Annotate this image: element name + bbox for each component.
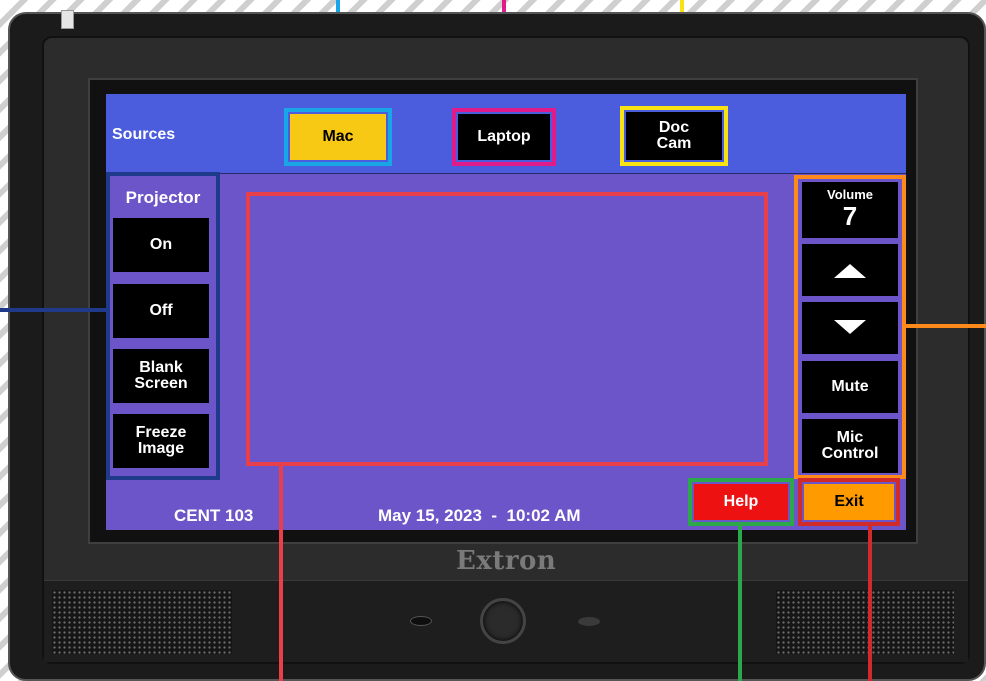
help-button[interactable]: Help xyxy=(694,484,788,520)
callout-volume xyxy=(904,324,986,328)
volume-down-button[interactable] xyxy=(802,302,898,354)
volume-up-button[interactable] xyxy=(802,244,898,296)
sources-label: Sources xyxy=(112,126,176,143)
blank-screen-button[interactable]: Blank Screen xyxy=(113,349,209,403)
freeze-image-button[interactable]: Freeze Image xyxy=(113,414,209,468)
date-time: May 15, 2023 - 10:02 AM xyxy=(378,506,581,525)
corner-notch xyxy=(61,10,74,29)
camera-lens xyxy=(480,598,526,644)
projector-on-button[interactable]: On xyxy=(113,218,209,272)
callout-preview xyxy=(279,464,283,681)
callout-exit xyxy=(868,524,872,681)
mic-control-button[interactable]: Mic Control xyxy=(802,419,898,473)
room-label: CENT 103 xyxy=(174,506,254,525)
projector-off-button[interactable]: Off xyxy=(113,284,209,338)
volume-value: 7 xyxy=(842,201,858,231)
chevron-down-icon xyxy=(834,320,866,334)
chevron-up-icon xyxy=(834,264,866,278)
right-sensor xyxy=(578,617,600,626)
source-doccam-button[interactable]: Doc Cam xyxy=(626,112,722,160)
volume-display: Volume 7 xyxy=(802,182,898,238)
left-sensor xyxy=(410,616,432,626)
projector-title: Projector xyxy=(125,188,201,207)
preview-area xyxy=(246,192,768,466)
brand-logo: Extron xyxy=(456,546,557,576)
source-mac-button[interactable]: Mac xyxy=(290,114,386,160)
volume-label: Volume xyxy=(827,187,873,202)
right-speaker-grille xyxy=(776,590,954,654)
left-speaker-grille xyxy=(52,590,232,654)
mute-button[interactable]: Mute xyxy=(802,361,898,413)
callout-projector xyxy=(0,308,110,312)
exit-button[interactable]: Exit xyxy=(804,484,894,520)
source-laptop-button[interactable]: Laptop xyxy=(458,114,550,160)
callout-help xyxy=(738,524,742,681)
